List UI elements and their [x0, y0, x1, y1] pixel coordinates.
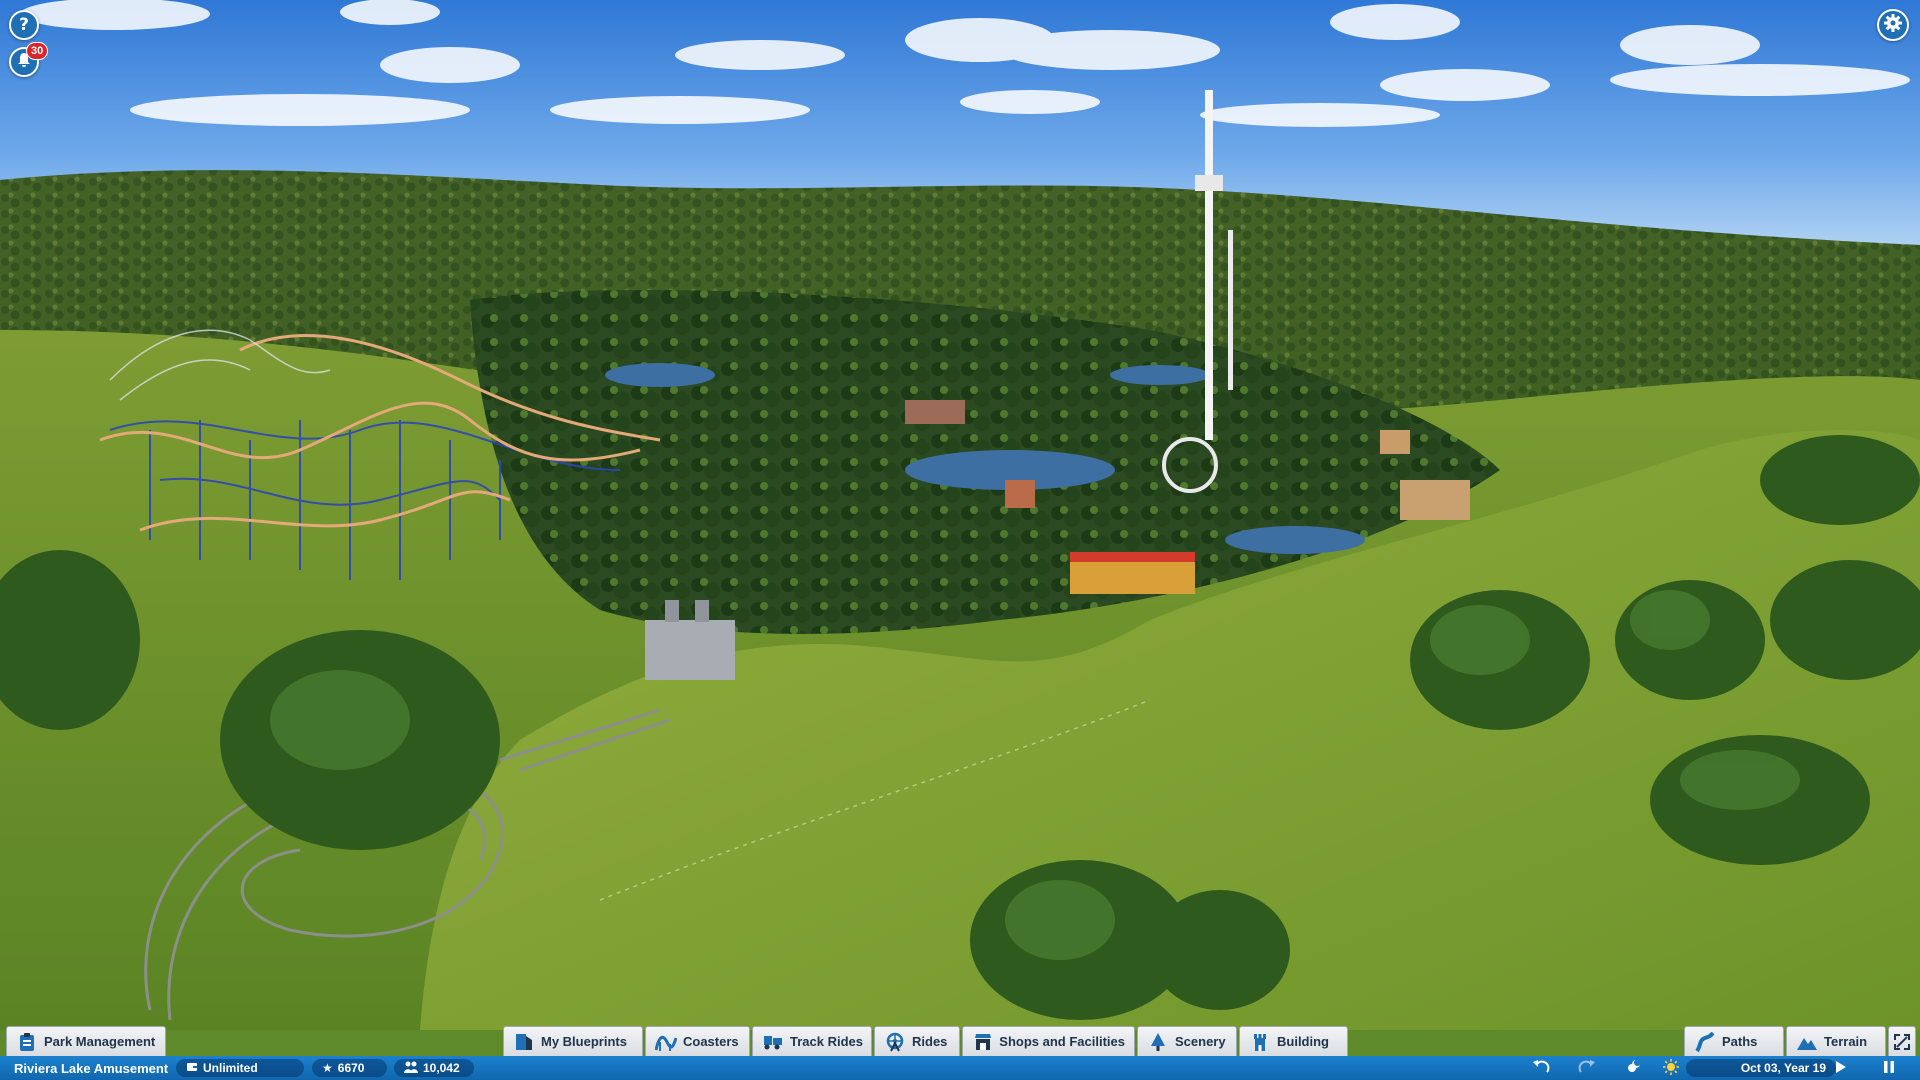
guests-value: 10,042 [423, 1061, 460, 1075]
clipboard-icon [16, 1031, 38, 1053]
sun-icon [1662, 1058, 1680, 1079]
pause-button[interactable] [1878, 1058, 1900, 1078]
gear-icon [1883, 13, 1903, 38]
park-management-label: Park Management [44, 1034, 156, 1049]
notification-count-badge: 30 [26, 42, 49, 60]
day-night-button[interactable] [1622, 1058, 1644, 1078]
track-rides-button[interactable]: Track Rides [752, 1026, 872, 1056]
ferris-wheel-icon [884, 1031, 906, 1053]
build-menu-bar: Park Management My Blueprints Coasters T… [0, 1026, 1920, 1056]
shops-and-facilities-button[interactable]: Shops and Facilities [962, 1026, 1135, 1056]
paths-button[interactable]: Paths [1684, 1026, 1784, 1056]
status-bar: Riviera Lake Amusement Unlimited ★ 6670 … [0, 1056, 1920, 1080]
undo-button[interactable] [1530, 1058, 1552, 1078]
park-scene[interactable] [0, 0, 1920, 1080]
scenery-button[interactable]: Scenery [1137, 1026, 1237, 1056]
tree-icon [1147, 1031, 1169, 1053]
rating-value: 6670 [337, 1061, 365, 1075]
scenery-label: Scenery [1175, 1034, 1226, 1049]
park-name-label: Riviera Lake Amusement [14, 1060, 169, 1076]
rides-label: Rides [912, 1034, 948, 1049]
shops-and-facilities-label: Shops and Facilities [999, 1034, 1125, 1049]
weather-sun-indicator[interactable] [1660, 1058, 1682, 1078]
coasters-label: Coasters [683, 1034, 739, 1049]
park-management-button[interactable]: Park Management [6, 1026, 166, 1056]
date-value: Oct 03, Year 19 [1740, 1061, 1826, 1075]
rides-button[interactable]: Rides [874, 1026, 960, 1056]
terrain-label: Terrain [1824, 1034, 1868, 1049]
date-display[interactable]: Oct 03, Year 19 [1686, 1059, 1836, 1077]
redo-icon [1578, 1059, 1596, 1078]
building-label: Building [1277, 1034, 1329, 1049]
mountain-icon [1796, 1031, 1818, 1053]
help-button[interactable]: ? [9, 10, 39, 40]
coasters-button[interactable]: Coasters [645, 1026, 750, 1056]
track-rides-label: Track Rides [790, 1034, 863, 1049]
park-rating-display[interactable]: ★ 6670 [312, 1059, 387, 1077]
park-name[interactable]: Riviera Lake Amusement [14, 1056, 168, 1080]
help-icon: ? [19, 15, 29, 35]
train-icon [762, 1031, 784, 1053]
game-viewport[interactable] [0, 0, 1920, 1080]
pause-icon [1883, 1060, 1895, 1077]
path-icon [1694, 1031, 1716, 1053]
money-value: Unlimited [203, 1061, 258, 1075]
coaster-icon [655, 1031, 677, 1053]
money-display[interactable]: Unlimited [176, 1059, 304, 1077]
redo-button[interactable] [1576, 1058, 1598, 1078]
day-night-icon [1624, 1058, 1642, 1079]
my-blueprints-label: My Blueprints [541, 1034, 627, 1049]
terrain-button[interactable]: Terrain [1786, 1026, 1886, 1056]
game-speed-play-button[interactable] [1830, 1058, 1852, 1078]
settings-button[interactable] [1877, 9, 1909, 41]
play-icon [1835, 1060, 1847, 1077]
guests-icon [404, 1061, 418, 1076]
wallet-icon [186, 1061, 198, 1076]
shop-icon [972, 1031, 993, 1053]
expand-icon [1892, 1031, 1912, 1053]
star-icon: ★ [322, 1061, 333, 1075]
building-button[interactable]: Building [1239, 1026, 1348, 1056]
blueprint-icon [513, 1031, 535, 1053]
expand-button[interactable] [1888, 1026, 1916, 1056]
guest-count-display[interactable]: 10,042 [394, 1059, 474, 1077]
undo-icon [1532, 1059, 1550, 1078]
paths-label: Paths [1722, 1034, 1758, 1049]
my-blueprints-button[interactable]: My Blueprints [503, 1026, 643, 1056]
tower-icon [1249, 1031, 1271, 1053]
